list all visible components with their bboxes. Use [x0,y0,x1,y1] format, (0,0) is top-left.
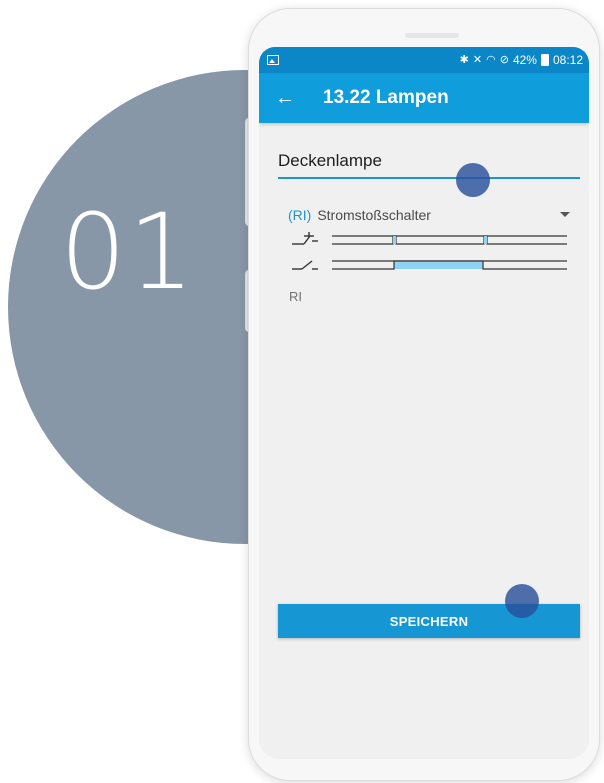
status-time: 08:12 [552,53,583,67]
timing-diagram [292,232,567,270]
step-number: 01 [60,191,197,313]
phone-frame: ✱ ✕ ◠ ⊘ 42% 08:12 ← 13.22 Lampen (RI) St… [248,8,600,781]
type-label: Stromstoßschalter [317,207,431,223]
relay-state-line [332,260,567,270]
do-not-disturb-icon: ⊘ [499,53,509,66]
status-bar: ✱ ✕ ◠ ⊘ 42% 08:12 [259,47,589,73]
triangle-down-icon [560,212,570,217]
save-button[interactable]: SPEICHERN [278,604,580,638]
switch-symbol [292,260,318,270]
wifi-icon: ◠ [486,53,496,66]
gallery-notification-icon [267,55,279,65]
mute-icon: ✕ [472,53,483,66]
type-code: (RI) [288,207,312,223]
phone-speaker [405,33,459,38]
phone-screen: ✱ ✕ ◠ ⊘ 42% 08:12 ← 13.22 Lampen (RI) St… [259,47,589,759]
push-button-symbol [292,232,318,245]
battery-icon [540,54,549,66]
short-code-label: RI [289,289,302,304]
trigger-signal-line [332,235,567,245]
battery-percent: 42% [512,53,537,67]
arrow-left-icon[interactable]: ← [259,88,311,108]
type-dropdown[interactable]: (RI) Stromstoßschalter [288,207,570,223]
bluetooth-icon: ✱ [459,53,469,66]
name-input[interactable] [278,149,580,179]
form-content: (RI) Stromstoßschalter [259,149,589,304]
app-bar: ← 13.22 Lampen [259,73,589,123]
page-title: 13.22 Lampen [323,87,449,108]
